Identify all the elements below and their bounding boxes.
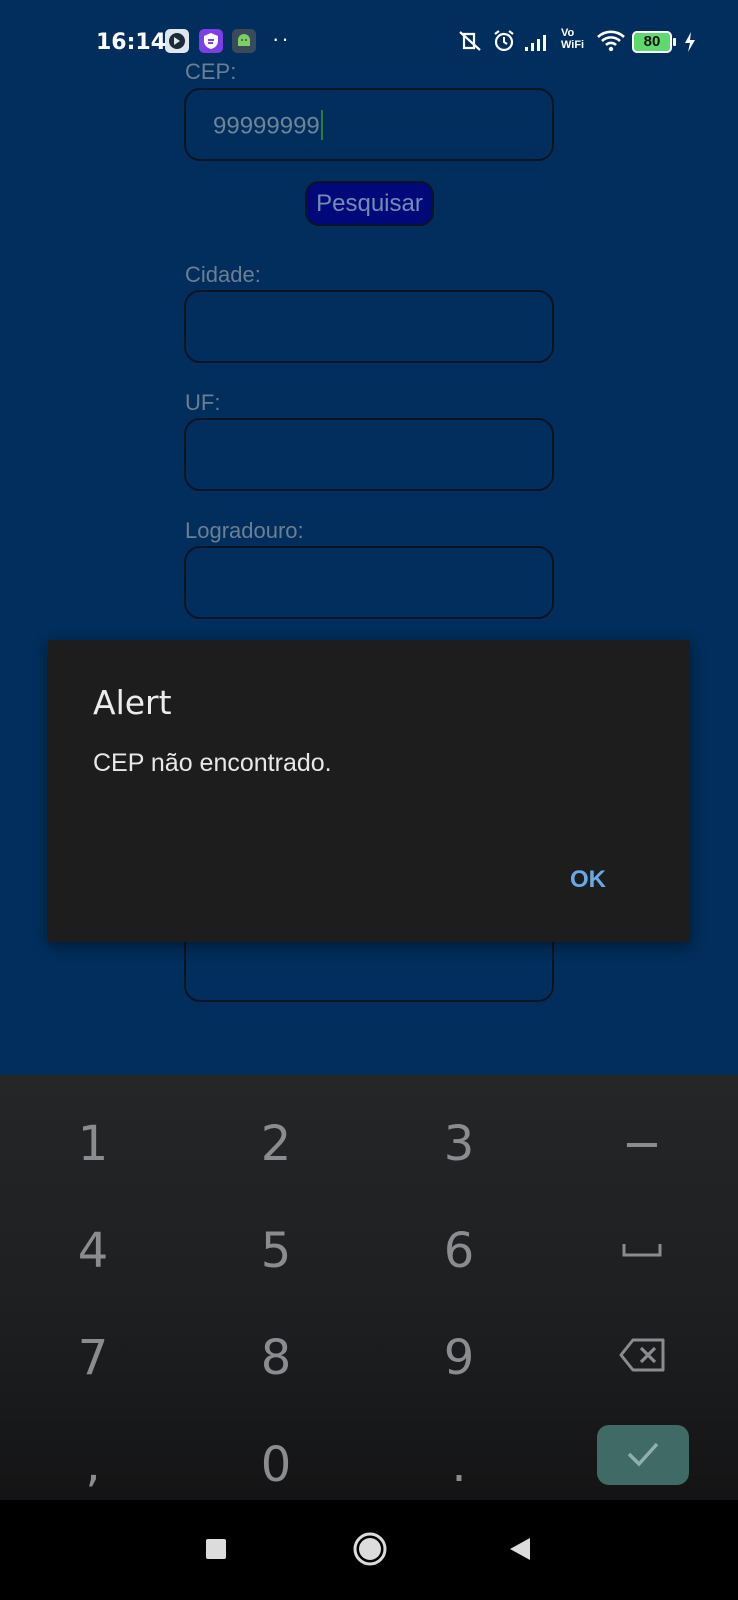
- vibrate-off-icon: [459, 31, 481, 51]
- back-button-icon[interactable]: [508, 1536, 532, 1562]
- tracker-app-icon: [165, 29, 189, 53]
- search-button[interactable]: Pesquisar: [305, 181, 434, 226]
- status-bar: 16:14 ·· Vo WiFi 80: [0, 0, 738, 86]
- key-1[interactable]: 1: [13, 1116, 173, 1172]
- cidade-label: Cidade:: [185, 262, 261, 287]
- alert-dialog: Alert CEP não encontrado. OK: [48, 640, 690, 942]
- key-9[interactable]: 9: [379, 1330, 539, 1386]
- key-0[interactable]: 0: [196, 1437, 356, 1493]
- key-8[interactable]: 8: [196, 1330, 356, 1386]
- cep-input-value: 99999999: [213, 110, 323, 142]
- android-app-icon: [232, 29, 256, 53]
- cidade-input[interactable]: [184, 290, 554, 363]
- home-button-icon[interactable]: [352, 1531, 388, 1567]
- key-2[interactable]: 2: [196, 1116, 356, 1172]
- status-time: 16:14: [96, 30, 167, 55]
- key-minus[interactable]: −: [562, 1116, 722, 1172]
- logradouro-label: Logradouro:: [185, 518, 304, 543]
- key-6[interactable]: 6: [379, 1223, 539, 1279]
- enter-key[interactable]: [597, 1425, 689, 1485]
- key-7[interactable]: 7: [13, 1330, 173, 1386]
- backspace-key-icon[interactable]: [619, 1337, 667, 1373]
- signal-icon: [525, 35, 546, 51]
- logradouro-input[interactable]: [184, 546, 554, 619]
- numeric-keyboard: 1 2 3 − 4 5 6 7 8 9 , 0 .: [0, 1075, 738, 1500]
- dialog-message: CEP não encontrado.: [93, 749, 332, 777]
- uf-label: UF:: [185, 390, 221, 415]
- uf-input[interactable]: [184, 418, 554, 491]
- wifi-icon: [597, 30, 625, 52]
- shield-app-icon: [199, 29, 223, 53]
- text-cursor: [320, 110, 323, 140]
- vowifi-icon: Vo WiFi: [561, 27, 584, 51]
- key-comma[interactable]: ,: [13, 1437, 173, 1493]
- cep-input[interactable]: 99999999: [184, 88, 554, 161]
- battery-icon: 80: [632, 31, 672, 53]
- checkmark-icon: [627, 1442, 659, 1467]
- dialog-title: Alert: [93, 683, 172, 722]
- key-5[interactable]: 5: [196, 1223, 356, 1279]
- key-period[interactable]: .: [379, 1437, 539, 1493]
- ok-button[interactable]: OK: [570, 866, 606, 894]
- charging-icon: [685, 32, 695, 52]
- vowifi-label-bottom: WiFi: [561, 39, 585, 51]
- space-key-icon[interactable]: [621, 1238, 663, 1262]
- recents-button-icon[interactable]: [205, 1538, 227, 1560]
- key-4[interactable]: 4: [13, 1223, 173, 1279]
- battery-tip: [673, 38, 676, 46]
- key-3[interactable]: 3: [379, 1116, 539, 1172]
- vowifi-label-top: Vo: [561, 27, 575, 39]
- alarm-icon: [494, 30, 514, 52]
- more-notifications-indicator: ··: [272, 26, 291, 51]
- cep-label: CEP:: [185, 59, 237, 84]
- navigation-bar: [0, 1500, 738, 1600]
